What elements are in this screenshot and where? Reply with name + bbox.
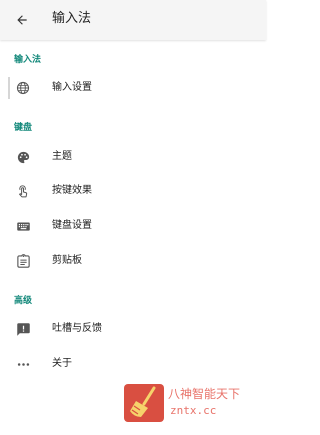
- back-button[interactable]: [10, 8, 34, 32]
- menu-item-label: 关于: [52, 358, 72, 369]
- menu-item-feedback[interactable]: 吐槽与反馈: [0, 314, 266, 344]
- clipboard-icon: [15, 253, 31, 269]
- keyboard-icon: [15, 218, 31, 234]
- app-bar: 输入法: [0, 0, 266, 40]
- watermark-url: zntx.cc: [170, 404, 217, 417]
- menu-item-label: 主题: [52, 151, 72, 162]
- watermark-title: 八神智能天下: [168, 387, 241, 401]
- menu-item-theme[interactable]: 主题: [0, 142, 266, 172]
- feedback-icon: [15, 321, 31, 337]
- menu-item-label: 键盘设置: [52, 220, 92, 231]
- menu-item-clipboard[interactable]: 剪贴板: [0, 246, 266, 276]
- menu-item-label: 按键效果: [52, 185, 92, 196]
- menu-item-label: 输入设置: [52, 82, 92, 93]
- menu-item-about[interactable]: 关于: [0, 349, 266, 379]
- broom-logo-icon: [124, 384, 164, 422]
- section-header-ime: 输入法: [14, 55, 42, 65]
- menu-item-keyboard-settings[interactable]: 键盘设置: [0, 211, 266, 241]
- menu-item-label: 剪贴板: [52, 255, 82, 266]
- palette-icon: [15, 149, 31, 165]
- more-icon: [15, 356, 31, 372]
- globe-icon: [15, 80, 31, 96]
- watermark: 八神智能天下 zntx.cc: [124, 384, 260, 422]
- section-header-keyboard: 键盘: [14, 123, 33, 133]
- menu-item-input-settings[interactable]: 输入设置: [0, 73, 266, 103]
- menu-item-label: 吐槽与反馈: [52, 323, 102, 334]
- page-title: 输入法: [52, 11, 92, 26]
- menu-item-key-effects[interactable]: 按键效果: [0, 176, 266, 206]
- arrow-back-icon: [17, 15, 27, 25]
- section-header-advanced: 高级: [14, 296, 33, 306]
- touch-icon: [15, 183, 31, 199]
